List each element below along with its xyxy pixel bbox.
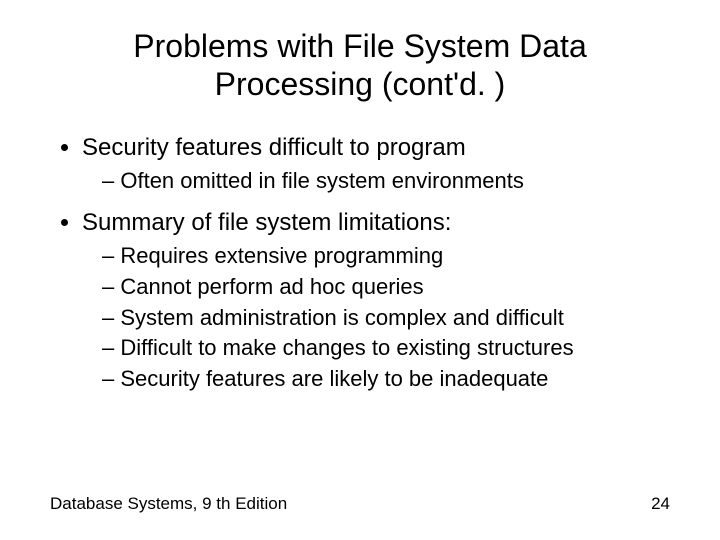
list-item: Security features difficult to program O… <box>82 132 670 197</box>
sub-item: Requires extensive programming <box>102 241 670 272</box>
slide-title: Problems with File System Data Processin… <box>50 28 670 104</box>
bullet-list: Security features difficult to program O… <box>50 132 670 396</box>
sub-item: System administration is complex and dif… <box>102 303 670 334</box>
sub-list: Requires extensive programming Cannot pe… <box>82 241 670 395</box>
sub-item: Often omitted in file system environment… <box>102 166 670 197</box>
bullet-text: Security features difficult to program <box>82 134 466 161</box>
footer-source: Database Systems, 9 th Edition <box>50 494 287 514</box>
list-item: Summary of file system limitations: Requ… <box>82 207 670 395</box>
slide: Problems with File System Data Processin… <box>0 0 720 540</box>
footer: Database Systems, 9 th Edition 24 <box>50 494 670 514</box>
bullet-text: Summary of file system limitations: <box>82 209 451 236</box>
sub-item: Security features are likely to be inade… <box>102 364 670 395</box>
sub-list: Often omitted in file system environment… <box>82 166 670 197</box>
sub-item: Cannot perform ad hoc queries <box>102 272 670 303</box>
page-number: 24 <box>651 494 670 514</box>
sub-item: Difficult to make changes to existing st… <box>102 333 670 364</box>
